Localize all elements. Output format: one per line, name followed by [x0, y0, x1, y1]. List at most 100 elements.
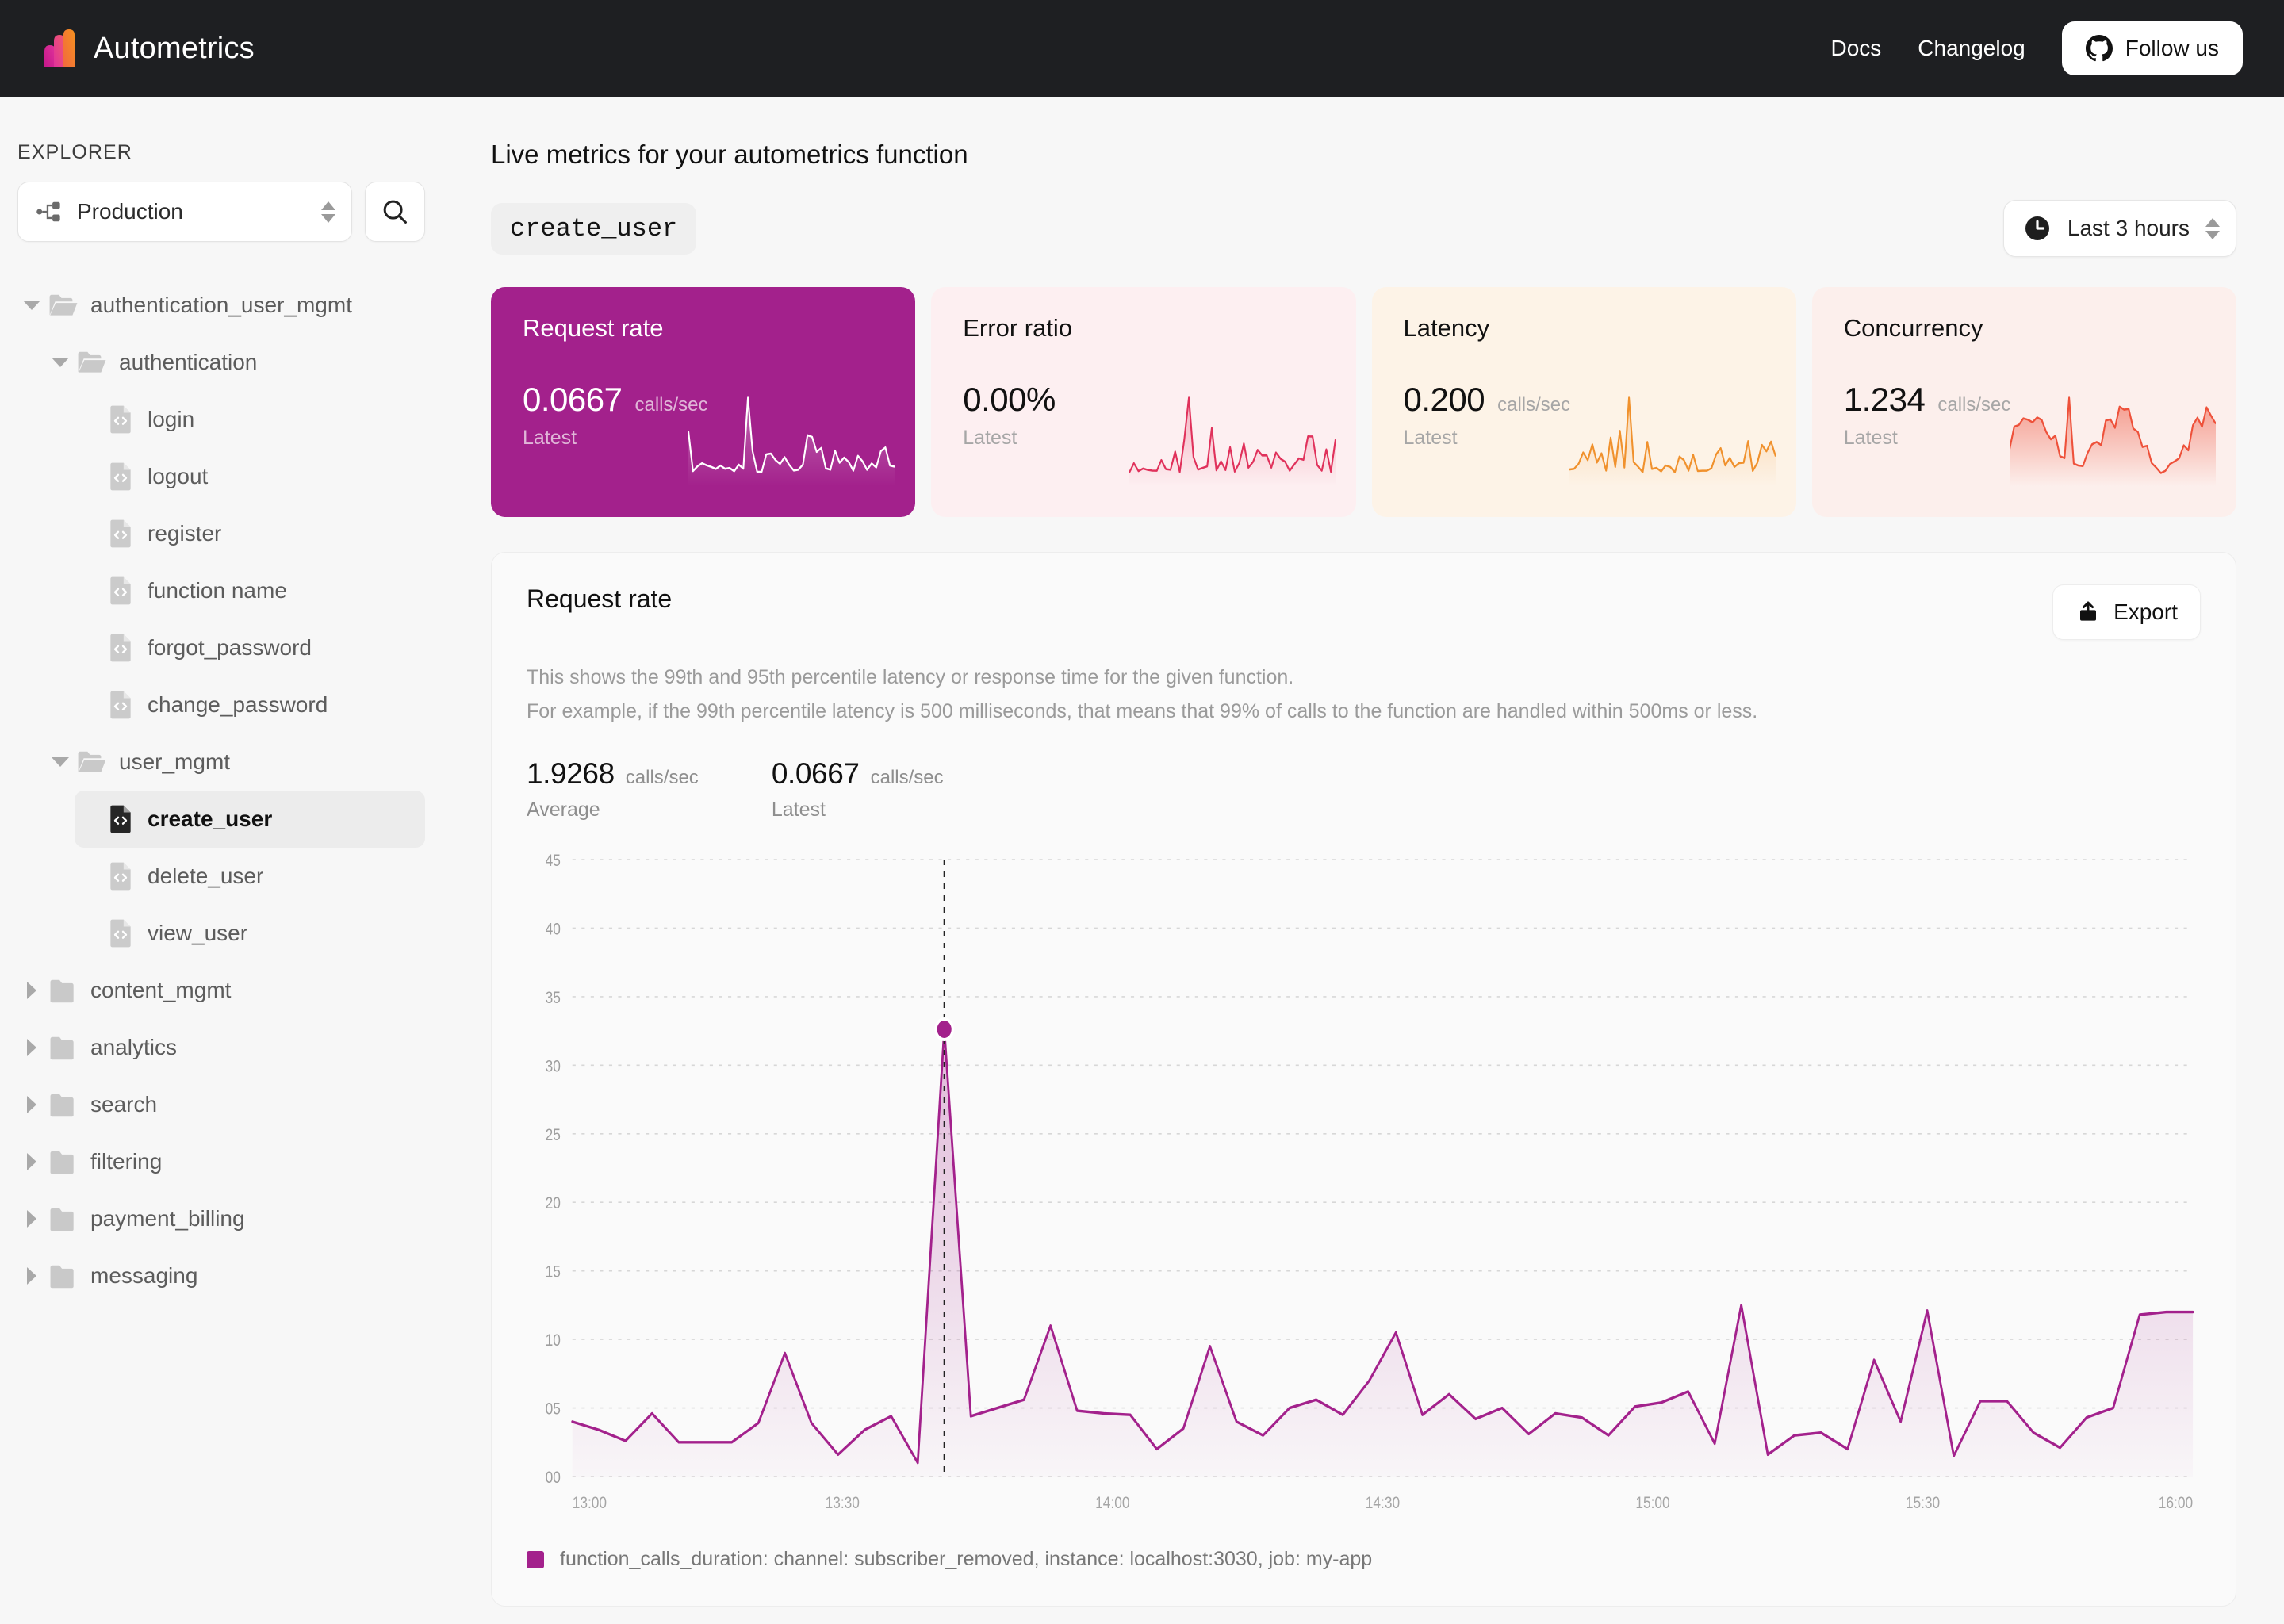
tree-item-authentication-user-mgmt[interactable]: authentication_user_mgmt: [17, 277, 425, 334]
github-icon: [2086, 35, 2113, 62]
tree-item-change-password[interactable]: change_password: [75, 676, 425, 733]
code-file-icon: [103, 918, 138, 948]
tree-item-label: register: [148, 521, 221, 546]
tree-item-forgot-password[interactable]: forgot_password: [75, 619, 425, 676]
tree-item-content-mgmt[interactable]: content_mgmt: [17, 962, 425, 1019]
nav-link-docs[interactable]: Docs: [1830, 36, 1881, 61]
tree-item-label: forgot_password: [148, 635, 312, 661]
caret-right-icon[interactable]: [17, 1153, 46, 1170]
metric-card-unit: calls/sec: [1497, 394, 1570, 416]
tree-item-label: payment_billing: [90, 1206, 245, 1231]
tree-item-label: analytics: [90, 1035, 177, 1060]
tree-item-authentication[interactable]: authentication: [46, 334, 425, 391]
folder-open-icon: [48, 293, 79, 318]
chevron-updown-icon: [2205, 218, 2220, 239]
tree-item-function-name[interactable]: function name: [75, 562, 425, 619]
caret-down-icon[interactable]: [46, 757, 75, 767]
tree-item-label: search: [90, 1092, 157, 1117]
code-file-icon: [103, 804, 138, 834]
nav-link-changelog[interactable]: Changelog: [1918, 36, 2025, 61]
environment-row: Production: [17, 182, 425, 242]
subheader: create_user Last 3 hours: [491, 200, 2236, 257]
tree-item-user-mgmt[interactable]: user_mgmt: [46, 733, 425, 791]
folder-icon: [48, 1263, 79, 1289]
svg-text:15:00: 15:00: [1635, 1495, 1669, 1513]
stat-label: Average: [527, 799, 699, 822]
metric-card-error-ratio[interactable]: Error ratio0.00%Latest: [931, 287, 1355, 517]
hierarchy-icon: [36, 200, 63, 224]
caret-right-icon[interactable]: [17, 1096, 46, 1113]
function-name-chip: create_user: [491, 203, 696, 255]
time-range-value: Last 3 hours: [2067, 216, 2190, 241]
svg-text:13:00: 13:00: [573, 1495, 607, 1513]
tree-item-logout[interactable]: logout: [75, 448, 425, 505]
tree-item-view-user[interactable]: view_user: [75, 905, 425, 962]
folder-icon: [46, 978, 81, 1003]
environment-select[interactable]: Production: [17, 182, 352, 242]
stat-latest: 0.0667calls/secLatest: [772, 757, 944, 822]
search-button[interactable]: [365, 182, 425, 242]
svg-text:15: 15: [546, 1263, 561, 1281]
chart-description-line-1: This shows the 99th and 95th percentile …: [527, 661, 2201, 695]
folder-icon: [46, 1206, 81, 1231]
chart-legend: function_calls_duration: channel: subscr…: [527, 1548, 2201, 1571]
metric-card-unit: calls/sec: [1937, 394, 2010, 416]
folder-icon: [46, 1149, 81, 1174]
follow-us-label: Follow us: [2125, 36, 2219, 61]
folder-open-icon: [77, 749, 107, 775]
caret-right-icon[interactable]: [17, 1039, 46, 1056]
tree-item-label: messaging: [90, 1263, 197, 1289]
caret-right-icon[interactable]: [17, 1267, 46, 1285]
caret-right-icon[interactable]: [17, 1210, 46, 1228]
chart-description-line-2: For example, if the 99th percentile late…: [527, 695, 2201, 729]
tree-item-messaging[interactable]: messaging: [17, 1247, 425, 1304]
svg-text:45: 45: [546, 852, 561, 871]
folder-icon: [46, 1263, 81, 1289]
svg-text:20: 20: [546, 1195, 561, 1213]
svg-text:25: 25: [546, 1126, 561, 1144]
export-label: Export: [2113, 599, 2178, 625]
metric-card-concurrency[interactable]: Concurrency1.234calls/secLatest: [1812, 287, 2236, 517]
tree-item-search[interactable]: search: [17, 1076, 425, 1133]
caret-down-icon[interactable]: [17, 301, 46, 310]
tree-item-register[interactable]: register: [75, 505, 425, 562]
app-root: Autometrics Docs Changelog Follow us EXP…: [0, 0, 2284, 1624]
code-file-icon: [103, 404, 138, 435]
svg-text:10: 10: [546, 1332, 561, 1350]
page-title: Live metrics for your autometrics functi…: [491, 140, 2236, 170]
tree-item-label: delete_user: [148, 864, 263, 889]
metric-card-latency[interactable]: Latency0.200calls/secLatest: [1372, 287, 1796, 517]
tree-item-delete-user[interactable]: delete_user: [75, 848, 425, 905]
metric-card-sparkline: [1129, 395, 1336, 490]
tree-item-filtering[interactable]: filtering: [17, 1133, 425, 1190]
code-file-icon: [103, 519, 138, 549]
time-range-select[interactable]: Last 3 hours: [2003, 200, 2236, 257]
export-button[interactable]: Export: [2052, 584, 2201, 640]
brand[interactable]: Autometrics: [43, 29, 255, 68]
folder-icon: [48, 1092, 79, 1117]
caret-down-icon[interactable]: [46, 358, 75, 367]
metric-card-value: 0.200: [1404, 381, 1485, 419]
main-content: Live metrics for your autometrics functi…: [443, 97, 2284, 1624]
metric-card-request-rate[interactable]: Request rate0.0667calls/secLatest: [491, 287, 915, 517]
request-rate-chart[interactable]: 0005101520253035404513:0013:3014:0014:30…: [527, 848, 2201, 1530]
code-file-icon: [107, 633, 134, 663]
tree-item-login[interactable]: login: [75, 391, 425, 448]
tree-item-analytics[interactable]: analytics: [17, 1019, 425, 1076]
stat-average: 1.9268calls/secAverage: [527, 757, 699, 822]
folder-open-icon: [75, 749, 109, 775]
tree-item-label: login: [148, 407, 194, 432]
tree-item-label: function name: [148, 578, 287, 603]
caret-right-icon[interactable]: [17, 982, 46, 999]
export-icon: [2075, 599, 2101, 625]
folder-open-icon: [75, 350, 109, 375]
tree-item-payment-billing[interactable]: payment_billing: [17, 1190, 425, 1247]
tree-item-create-user[interactable]: create_user: [75, 791, 425, 848]
code-file-icon: [107, 519, 134, 549]
code-file-icon: [107, 462, 134, 492]
chart-stats: 1.9268calls/secAverage 0.0667calls/secLat…: [527, 757, 2201, 822]
metric-card-sparkline: [688, 395, 895, 490]
follow-us-button[interactable]: Follow us: [2062, 21, 2243, 75]
metric-card-title: Error ratio: [963, 314, 1328, 343]
tree-item-label: content_mgmt: [90, 978, 231, 1003]
